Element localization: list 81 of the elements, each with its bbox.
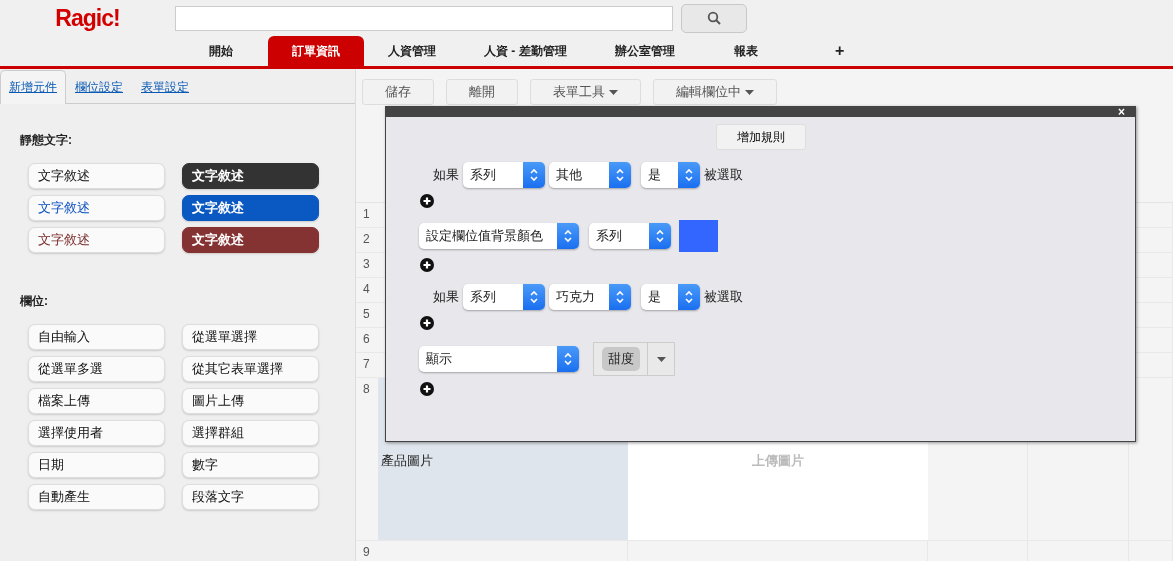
side-tab[interactable]: 表單設定 bbox=[132, 70, 198, 104]
if-label: 如果 bbox=[433, 166, 459, 184]
row-number: 8 bbox=[362, 381, 371, 398]
text-element-button[interactable]: 文字敘述 bbox=[28, 195, 165, 221]
field-type-button[interactable]: 從其它表單選擇 bbox=[182, 356, 319, 382]
selected-label: 被選取 bbox=[704, 166, 743, 184]
select-field[interactable]: 系列 bbox=[589, 223, 671, 249]
search-field[interactable] bbox=[175, 5, 673, 31]
field-type-button[interactable]: 選擇群組 bbox=[182, 420, 319, 446]
select-field[interactable]: 系列 bbox=[463, 162, 545, 188]
row-number: 1 bbox=[362, 206, 371, 223]
text-element-button[interactable]: 文字敘述 bbox=[28, 227, 165, 253]
close-button[interactable]: × bbox=[1118, 107, 1125, 117]
field-type-button[interactable]: 從選單選擇 bbox=[182, 324, 319, 350]
caret-icon bbox=[609, 89, 618, 95]
updown-icon bbox=[563, 352, 573, 366]
side-tab[interactable]: 新增元件 bbox=[0, 70, 66, 104]
search-button[interactable] bbox=[681, 3, 747, 33]
updown-icon bbox=[684, 290, 694, 304]
updown-icon bbox=[655, 229, 665, 243]
nav-tab[interactable]: 開始 bbox=[174, 36, 268, 66]
text-element-button[interactable]: 文字敘述 bbox=[182, 163, 319, 189]
add-rule-button[interactable]: 增加規則 bbox=[715, 124, 806, 150]
search-icon bbox=[707, 11, 721, 25]
add-icon[interactable] bbox=[420, 382, 434, 396]
selected-label: 被選取 bbox=[704, 288, 743, 306]
select-field[interactable]: 是 bbox=[641, 284, 700, 310]
text-element-button[interactable]: 文字敘述 bbox=[28, 163, 165, 189]
updown-icon bbox=[563, 229, 573, 243]
select-field[interactable]: 系列 bbox=[463, 284, 545, 310]
field-type-button[interactable]: 從選單多選 bbox=[28, 356, 165, 382]
row-number: 3 bbox=[362, 256, 371, 273]
add-icon[interactable] bbox=[420, 316, 434, 330]
field-type-button[interactable]: 日期 bbox=[28, 452, 165, 478]
row-number: 7 bbox=[362, 356, 371, 373]
updown-icon bbox=[615, 168, 625, 182]
add-icon[interactable] bbox=[420, 258, 434, 272]
nav-tab[interactable]: 報表 bbox=[698, 36, 793, 66]
field-type-button[interactable]: 自動產生 bbox=[28, 484, 165, 510]
logo[interactable]: Ragic! bbox=[0, 4, 175, 32]
field-type-button[interactable]: 數字 bbox=[182, 452, 319, 478]
section-heading: 靜態文字: bbox=[20, 132, 73, 149]
field-type-button[interactable]: 圖片上傳 bbox=[182, 388, 319, 414]
tag: 甜度 bbox=[602, 347, 640, 371]
updown-icon bbox=[684, 168, 694, 182]
toolbar-button[interactable]: 編輯欄位中 bbox=[653, 79, 777, 105]
updown-icon bbox=[615, 290, 625, 304]
section-heading: 欄位: bbox=[20, 293, 49, 310]
row-number: 5 bbox=[362, 306, 371, 323]
color-swatch[interactable] bbox=[679, 220, 718, 252]
if-label: 如果 bbox=[433, 288, 459, 306]
toolbar-button[interactable]: 儲存 bbox=[362, 79, 434, 105]
row-number: 4 bbox=[362, 281, 371, 298]
add-tab-button[interactable]: + bbox=[792, 36, 887, 66]
field-type-button[interactable]: 自由輸入 bbox=[28, 324, 165, 350]
updown-icon bbox=[529, 290, 539, 304]
row-number: 6 bbox=[362, 331, 371, 348]
nav-tab[interactable]: 辦公室管理 bbox=[590, 36, 699, 66]
nav-tab[interactable]: 訂單資訊 bbox=[268, 36, 364, 66]
select-field[interactable]: 巧克力 bbox=[549, 284, 631, 310]
text-element-button[interactable]: 文字敘述 bbox=[182, 227, 319, 253]
row-number: 2 bbox=[362, 231, 371, 248]
row-number: 9 bbox=[362, 544, 371, 561]
caret-icon bbox=[745, 89, 754, 95]
side-tab[interactable]: 欄位設定 bbox=[66, 70, 132, 104]
toolbar-button[interactable]: 表單工具 bbox=[530, 79, 641, 105]
text-element-button[interactable]: 文字敘述 bbox=[182, 195, 319, 221]
toolbar-button[interactable]: 離開 bbox=[446, 79, 518, 105]
nav-tab[interactable]: 人資 - 差勤管理 bbox=[460, 36, 591, 66]
field-type-button[interactable]: 選擇使用者 bbox=[28, 420, 165, 446]
select-field[interactable]: 其他 bbox=[549, 162, 631, 188]
select-field[interactable]: 顯示 bbox=[419, 346, 579, 372]
field-type-button[interactable]: 段落文字 bbox=[182, 484, 319, 510]
updown-icon bbox=[529, 168, 539, 182]
tag-field[interactable]: 甜度 bbox=[593, 342, 675, 376]
select-field[interactable]: 是 bbox=[641, 162, 700, 188]
field-type-button[interactable]: 檔案上傳 bbox=[28, 388, 165, 414]
caret-icon bbox=[656, 356, 666, 362]
nav-tab[interactable]: 人資管理 bbox=[364, 36, 460, 66]
select-field[interactable]: 設定欄位值背景顏色 bbox=[419, 223, 579, 249]
add-icon[interactable] bbox=[420, 194, 434, 208]
